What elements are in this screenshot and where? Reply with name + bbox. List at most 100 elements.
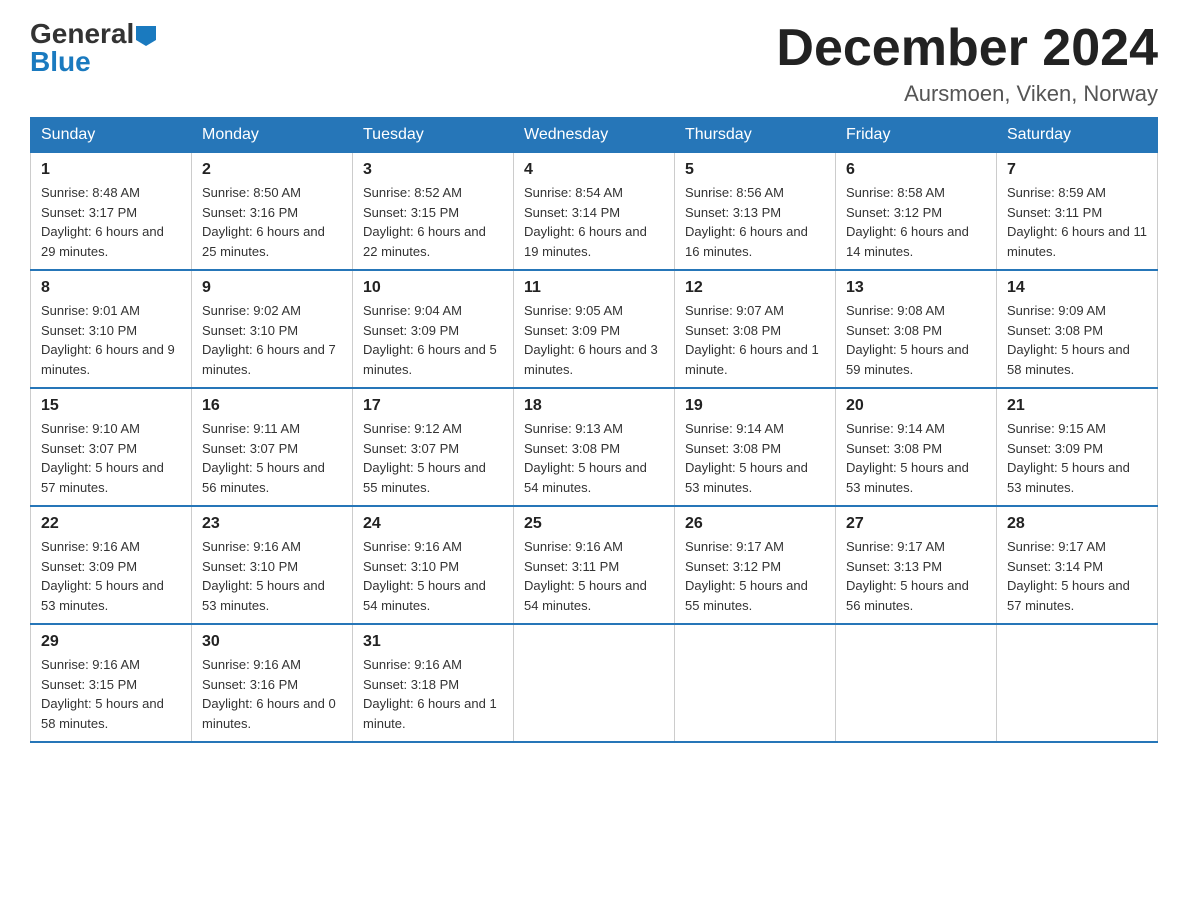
day-info: Sunrise: 8:58 AMSunset: 3:12 PMDaylight:…: [846, 183, 986, 261]
calendar-cell: 24Sunrise: 9:16 AMSunset: 3:10 PMDayligh…: [353, 506, 514, 624]
day-number: 28: [1007, 515, 1147, 533]
calendar-cell: 9Sunrise: 9:02 AMSunset: 3:10 PMDaylight…: [192, 270, 353, 388]
calendar-week-row: 1 Sunrise: 8:48 AMSunset: 3:17 PMDaylight…: [31, 153, 1158, 271]
calendar-cell: 15 Sunrise: 9:10 AMSunset: 3:07 PMDayligh…: [31, 388, 192, 506]
logo-arrow-icon: [136, 26, 156, 46]
calendar-table: SundayMondayTuesdayWednesdayThursdayFrid…: [30, 117, 1158, 743]
calendar-cell: 31Sunrise: 9:16 AMSunset: 3:18 PMDayligh…: [353, 624, 514, 742]
logo: General Blue: [30, 20, 156, 76]
calendar-cell: 4 Sunrise: 8:54 AMSunset: 3:14 PMDaylight…: [514, 153, 675, 271]
day-number: 18: [524, 397, 664, 415]
calendar-cell: 23 Sunrise: 9:16 AMSunset: 3:10 PMDayligh…: [192, 506, 353, 624]
calendar-cell: 16Sunrise: 9:11 AMSunset: 3:07 PMDayligh…: [192, 388, 353, 506]
weekday-header-saturday: Saturday: [997, 118, 1158, 153]
calendar-cell: 21Sunrise: 9:15 AMSunset: 3:09 PMDayligh…: [997, 388, 1158, 506]
calendar-cell: 13 Sunrise: 9:08 AMSunset: 3:08 PMDayligh…: [836, 270, 997, 388]
day-number: 31: [363, 633, 503, 651]
day-number: 25: [524, 515, 664, 533]
day-info: Sunrise: 9:12 AMSunset: 3:07 PMDaylight:…: [363, 419, 503, 497]
day-info: Sunrise: 8:59 AMSunset: 3:11 PMDaylight:…: [1007, 183, 1147, 261]
day-info: Sunrise: 9:16 AMSunset: 3:16 PMDaylight:…: [202, 655, 342, 733]
day-info: Sunrise: 9:16 AMSunset: 3:10 PMDaylight:…: [202, 537, 342, 615]
day-number: 13: [846, 279, 986, 297]
day-number: 17: [363, 397, 503, 415]
calendar-cell: 12 Sunrise: 9:07 AMSunset: 3:08 PMDayligh…: [675, 270, 836, 388]
weekday-header-wednesday: Wednesday: [514, 118, 675, 153]
weekday-header-friday: Friday: [836, 118, 997, 153]
day-number: 19: [685, 397, 825, 415]
day-info: Sunrise: 9:14 AMSunset: 3:08 PMDaylight:…: [685, 419, 825, 497]
day-info: Sunrise: 9:17 AMSunset: 3:12 PMDaylight:…: [685, 537, 825, 615]
day-number: 9: [202, 279, 342, 297]
day-number: 3: [363, 161, 503, 179]
day-number: 24: [363, 515, 503, 533]
calendar-cell: 11 Sunrise: 9:05 AMSunset: 3:09 PMDayligh…: [514, 270, 675, 388]
day-info: Sunrise: 9:05 AMSunset: 3:09 PMDaylight:…: [524, 301, 664, 379]
day-number: 20: [846, 397, 986, 415]
day-number: 29: [41, 633, 181, 651]
day-number: 7: [1007, 161, 1147, 179]
day-info: Sunrise: 9:04 AMSunset: 3:09 PMDaylight:…: [363, 301, 503, 379]
calendar-cell: 10 Sunrise: 9:04 AMSunset: 3:09 PMDayligh…: [353, 270, 514, 388]
calendar-cell: [997, 624, 1158, 742]
location-subtitle: Aursmoen, Viken, Norway: [776, 81, 1158, 107]
day-info: Sunrise: 8:54 AMSunset: 3:14 PMDaylight:…: [524, 183, 664, 261]
day-info: Sunrise: 9:13 AMSunset: 3:08 PMDaylight:…: [524, 419, 664, 497]
title-section: December 2024 Aursmoen, Viken, Norway: [776, 20, 1158, 107]
day-info: Sunrise: 8:48 AMSunset: 3:17 PMDaylight:…: [41, 183, 181, 261]
calendar-cell: 17 Sunrise: 9:12 AMSunset: 3:07 PMDayligh…: [353, 388, 514, 506]
calendar-cell: 28Sunrise: 9:17 AMSunset: 3:14 PMDayligh…: [997, 506, 1158, 624]
weekday-header-thursday: Thursday: [675, 118, 836, 153]
day-number: 1: [41, 161, 181, 179]
day-info: Sunrise: 9:16 AMSunset: 3:09 PMDaylight:…: [41, 537, 181, 615]
weekday-header-sunday: Sunday: [31, 118, 192, 153]
day-info: Sunrise: 9:17 AMSunset: 3:13 PMDaylight:…: [846, 537, 986, 615]
calendar-cell: 30Sunrise: 9:16 AMSunset: 3:16 PMDayligh…: [192, 624, 353, 742]
day-info: Sunrise: 9:16 AMSunset: 3:15 PMDaylight:…: [41, 655, 181, 733]
day-info: Sunrise: 9:08 AMSunset: 3:08 PMDaylight:…: [846, 301, 986, 379]
calendar-cell: [675, 624, 836, 742]
day-info: Sunrise: 9:07 AMSunset: 3:08 PMDaylight:…: [685, 301, 825, 379]
calendar-cell: 27 Sunrise: 9:17 AMSunset: 3:13 PMDayligh…: [836, 506, 997, 624]
calendar-week-row: 22 Sunrise: 9:16 AMSunset: 3:09 PMDayligh…: [31, 506, 1158, 624]
calendar-cell: [836, 624, 997, 742]
day-number: 15: [41, 397, 181, 415]
calendar-cell: 19 Sunrise: 9:14 AMSunset: 3:08 PMDayligh…: [675, 388, 836, 506]
calendar-cell: 6Sunrise: 8:58 AMSunset: 3:12 PMDaylight…: [836, 153, 997, 271]
day-number: 11: [524, 279, 664, 297]
day-number: 10: [363, 279, 503, 297]
calendar-cell: 18 Sunrise: 9:13 AMSunset: 3:08 PMDayligh…: [514, 388, 675, 506]
weekday-header-tuesday: Tuesday: [353, 118, 514, 153]
calendar-cell: 5Sunrise: 8:56 AMSunset: 3:13 PMDaylight…: [675, 153, 836, 271]
weekday-header-monday: Monday: [192, 118, 353, 153]
day-number: 12: [685, 279, 825, 297]
calendar-cell: 8Sunrise: 9:01 AMSunset: 3:10 PMDaylight…: [31, 270, 192, 388]
day-info: Sunrise: 8:56 AMSunset: 3:13 PMDaylight:…: [685, 183, 825, 261]
logo-blue: Blue: [30, 48, 91, 76]
day-number: 27: [846, 515, 986, 533]
logo-general: General: [30, 20, 134, 48]
day-info: Sunrise: 9:15 AMSunset: 3:09 PMDaylight:…: [1007, 419, 1147, 497]
calendar-cell: 25 Sunrise: 9:16 AMSunset: 3:11 PMDayligh…: [514, 506, 675, 624]
day-number: 14: [1007, 279, 1147, 297]
calendar-cell: 3Sunrise: 8:52 AMSunset: 3:15 PMDaylight…: [353, 153, 514, 271]
day-info: Sunrise: 9:10 AMSunset: 3:07 PMDaylight:…: [41, 419, 181, 497]
day-number: 4: [524, 161, 664, 179]
day-info: Sunrise: 9:09 AMSunset: 3:08 PMDaylight:…: [1007, 301, 1147, 379]
calendar-cell: 26 Sunrise: 9:17 AMSunset: 3:12 PMDayligh…: [675, 506, 836, 624]
day-info: Sunrise: 8:50 AMSunset: 3:16 PMDaylight:…: [202, 183, 342, 261]
calendar-week-row: 8Sunrise: 9:01 AMSunset: 3:10 PMDaylight…: [31, 270, 1158, 388]
weekday-header-row: SundayMondayTuesdayWednesdayThursdayFrid…: [31, 118, 1158, 153]
day-number: 8: [41, 279, 181, 297]
calendar-cell: 22 Sunrise: 9:16 AMSunset: 3:09 PMDayligh…: [31, 506, 192, 624]
day-number: 26: [685, 515, 825, 533]
calendar-cell: 1 Sunrise: 8:48 AMSunset: 3:17 PMDaylight…: [31, 153, 192, 271]
month-title: December 2024: [776, 20, 1158, 77]
calendar-cell: 7 Sunrise: 8:59 AMSunset: 3:11 PMDaylight…: [997, 153, 1158, 271]
calendar-cell: 20Sunrise: 9:14 AMSunset: 3:08 PMDayligh…: [836, 388, 997, 506]
day-info: Sunrise: 9:16 AMSunset: 3:11 PMDaylight:…: [524, 537, 664, 615]
day-number: 22: [41, 515, 181, 533]
day-info: Sunrise: 9:11 AMSunset: 3:07 PMDaylight:…: [202, 419, 342, 497]
day-number: 23: [202, 515, 342, 533]
calendar-week-row: 29 Sunrise: 9:16 AMSunset: 3:15 PMDayligh…: [31, 624, 1158, 742]
